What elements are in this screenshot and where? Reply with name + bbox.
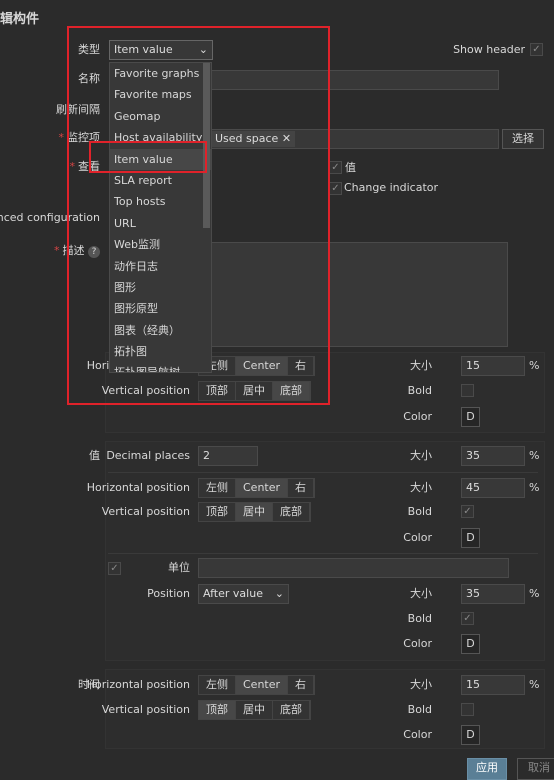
bold-label: Bold bbox=[407, 703, 432, 716]
bold-label: Bold bbox=[407, 612, 432, 625]
required-mark: * bbox=[54, 244, 60, 257]
color-label: Color bbox=[403, 728, 432, 741]
value-size-input[interactable]: 45 bbox=[461, 478, 525, 498]
time-vertical-position: 顶部 居中 底部 bbox=[198, 700, 311, 720]
horizontal-position-label: Horizontal position bbox=[86, 481, 190, 494]
vertical-position-label: Vertical position bbox=[101, 703, 190, 716]
units-label: 单位 bbox=[168, 561, 190, 574]
show-value-checkbox[interactable]: ✓ bbox=[329, 161, 342, 174]
time-size-input[interactable]: 15 bbox=[461, 675, 525, 695]
time-horizontal-position-option[interactable]: 左侧 bbox=[199, 676, 236, 694]
bold-label: Bold bbox=[407, 505, 432, 518]
color-label: Color bbox=[403, 531, 432, 544]
value-vertical-position-option[interactable]: 底部 bbox=[273, 503, 310, 521]
value-horizontal-position: 左侧 Center 右 bbox=[198, 478, 316, 498]
percent-label: % bbox=[529, 587, 540, 600]
units-size-input[interactable]: 35 bbox=[461, 584, 525, 604]
chevron-down-icon: ⌄ bbox=[274, 587, 284, 600]
divider bbox=[108, 553, 538, 554]
annotation-box bbox=[67, 26, 330, 405]
percent-label: % bbox=[529, 359, 540, 372]
select-button[interactable]: 选择 bbox=[502, 129, 544, 149]
time-size-label: 大小 bbox=[410, 678, 432, 691]
time-bold-checkbox[interactable] bbox=[461, 703, 474, 716]
percent-label: % bbox=[529, 449, 540, 462]
value-horizontal-position-option[interactable]: 右 bbox=[288, 479, 315, 497]
bold-label: Bold bbox=[407, 384, 432, 397]
value-section-label: 值 bbox=[89, 449, 100, 462]
show-change-indicator-label: Change indicator bbox=[344, 181, 439, 194]
required-mark: * bbox=[58, 131, 65, 144]
decimal-places-label: Decimal places bbox=[106, 449, 190, 462]
color-label: Color bbox=[403, 410, 432, 423]
vertical-position-label: Vertical position bbox=[101, 505, 190, 518]
percent-label: % bbox=[529, 678, 540, 691]
units-color-button[interactable]: D bbox=[461, 634, 480, 654]
units-position-label: Position bbox=[147, 587, 190, 600]
time-horizontal-position-option[interactable]: Center bbox=[236, 676, 289, 694]
dialog-title: 辑构件 bbox=[0, 12, 40, 27]
time-vertical-position-option[interactable]: 居中 bbox=[236, 701, 273, 719]
value-size-label: 大小 bbox=[410, 481, 432, 494]
decimal-size-input[interactable]: 35 bbox=[461, 446, 525, 466]
cancel-button[interactable]: 取消 bbox=[517, 758, 554, 780]
value-horizontal-position-option[interactable]: 左侧 bbox=[199, 479, 236, 497]
value-vertical-position: 顶部 居中 底部 bbox=[198, 502, 311, 522]
show-header-label: Show header bbox=[453, 43, 525, 56]
percent-label: % bbox=[529, 481, 540, 494]
description-bold-checkbox[interactable] bbox=[461, 384, 474, 397]
decimal-size-label: 大小 bbox=[410, 449, 432, 462]
units-position-value: After value bbox=[203, 587, 263, 600]
units-position-select[interactable]: After value ⌄ bbox=[198, 584, 289, 604]
units-size-label: 大小 bbox=[410, 587, 432, 600]
description-color-button[interactable]: D bbox=[461, 407, 480, 427]
show-header-checkbox[interactable]: ✓ bbox=[530, 43, 543, 56]
divider bbox=[108, 472, 538, 473]
value-vertical-position-option[interactable]: 居中 bbox=[236, 503, 273, 521]
value-section bbox=[105, 441, 545, 661]
horizontal-position-label: Horizontal position bbox=[86, 678, 190, 691]
description-size-label: 大小 bbox=[410, 359, 432, 372]
decimal-places-input[interactable]: 2 bbox=[198, 446, 258, 466]
time-horizontal-position: 左侧 Center 右 bbox=[198, 675, 316, 695]
time-horizontal-position-option[interactable]: 右 bbox=[288, 676, 315, 694]
value-horizontal-position-option[interactable]: Center bbox=[236, 479, 289, 497]
apply-button[interactable]: 应用 bbox=[467, 758, 507, 780]
show-change-indicator-checkbox[interactable]: ✓ bbox=[329, 182, 342, 195]
show-value-label: 值 bbox=[345, 161, 356, 174]
time-vertical-position-option[interactable]: 底部 bbox=[273, 701, 310, 719]
time-vertical-position-option[interactable]: 顶部 bbox=[199, 701, 236, 719]
value-bold-checkbox[interactable]: ✓ bbox=[461, 505, 474, 518]
time-color-button[interactable]: D bbox=[461, 725, 480, 745]
units-checkbox[interactable]: ✓ bbox=[108, 562, 121, 575]
units-bold-checkbox[interactable]: ✓ bbox=[461, 612, 474, 625]
value-color-button[interactable]: D bbox=[461, 528, 480, 548]
annotation-highlight-box bbox=[89, 141, 207, 173]
color-label: Color bbox=[403, 637, 432, 650]
units-input[interactable] bbox=[198, 558, 509, 578]
description-size-input[interactable]: 15 bbox=[461, 356, 525, 376]
value-vertical-position-option[interactable]: 顶部 bbox=[199, 503, 236, 521]
